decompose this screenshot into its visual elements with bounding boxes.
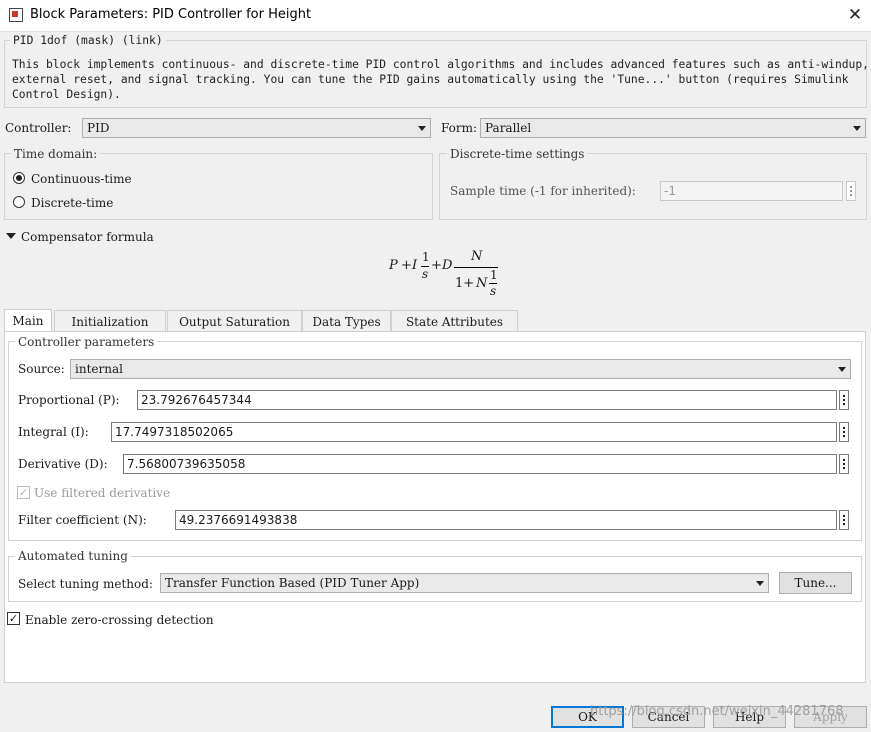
sample-time-value: -1 bbox=[664, 184, 676, 198]
use-filtered-derivative-label: Use filtered derivative bbox=[34, 486, 171, 500]
app-icon bbox=[9, 8, 23, 22]
filter-coefficient-more-icon[interactable] bbox=[839, 510, 849, 530]
formula-i-den: s bbox=[422, 267, 429, 281]
formula-d-den-s: s bbox=[490, 284, 497, 298]
formula-d: D bbox=[442, 258, 453, 273]
tab-output-saturation[interactable]: Output Saturation bbox=[167, 310, 302, 332]
sample-time-more-icon[interactable] bbox=[846, 181, 856, 201]
tab-initialization[interactable]: Initialization bbox=[54, 310, 166, 332]
tuning-method-value: Transfer Function Based (PID Tuner App) bbox=[165, 576, 420, 590]
tune-button[interactable]: Tune... bbox=[779, 572, 852, 594]
formula-d-num: N bbox=[471, 249, 483, 264]
integral-input[interactable]: 17.7497318502065 bbox=[111, 422, 837, 442]
chevron-down-icon bbox=[756, 581, 764, 586]
derivative-input[interactable]: 7.56800739635058 bbox=[123, 454, 837, 474]
integral-label: Integral (I): bbox=[18, 425, 89, 439]
controller-parameters-legend: Controller parameters bbox=[15, 335, 158, 349]
formula-p: P bbox=[389, 258, 398, 273]
filter-coefficient-label: Filter coefficient (N): bbox=[18, 513, 147, 527]
controller-label: Controller: bbox=[5, 121, 72, 135]
discrete-time-radio[interactable] bbox=[13, 196, 25, 208]
form-dropdown[interactable]: Parallel bbox=[480, 118, 866, 138]
tab-main[interactable]: Main bbox=[4, 309, 52, 333]
form-label: Form: bbox=[441, 121, 478, 135]
automated-tuning-legend: Automated tuning bbox=[15, 549, 131, 563]
continuous-time-label[interactable]: Continuous-time bbox=[31, 172, 132, 186]
filter-coefficient-value: 49.2376691493838 bbox=[179, 513, 298, 527]
form-value: Parallel bbox=[485, 121, 532, 135]
integral-more-icon[interactable] bbox=[839, 422, 849, 442]
source-dropdown[interactable]: internal bbox=[70, 359, 851, 379]
formula-i-num: 1 bbox=[422, 250, 430, 264]
app-icon-block bbox=[12, 11, 18, 17]
integral-value: 17.7497318502065 bbox=[115, 425, 234, 439]
tuning-method-dropdown[interactable]: Transfer Function Based (PID Tuner App) bbox=[160, 573, 769, 593]
formula-d-den-a: 1+ bbox=[455, 276, 475, 291]
mask-header: PID 1dof (mask) (link) bbox=[10, 33, 166, 48]
continuous-time-radio[interactable] bbox=[13, 172, 25, 184]
derivative-value: 7.56800739635058 bbox=[127, 457, 246, 471]
window-title: Block Parameters: PID Controller for Hei… bbox=[30, 7, 312, 22]
proportional-more-icon[interactable] bbox=[839, 390, 849, 410]
mask-description-line-1: This block implements continuous- and di… bbox=[12, 58, 869, 71]
zero-crossing-label: Enable zero-crossing detection bbox=[25, 613, 214, 627]
time-domain-legend: Time domain: bbox=[11, 147, 101, 161]
title-bar: Block Parameters: PID Controller for Hei… bbox=[0, 0, 871, 32]
controller-value: PID bbox=[87, 121, 110, 135]
watermark-text: https://blog.csdn.net/weixin_44281768 bbox=[590, 704, 844, 719]
formula-d-den-n: N bbox=[476, 276, 488, 291]
sample-time-label: Sample time (-1 for inherited): bbox=[450, 184, 636, 198]
discrete-settings-legend: Discrete-time settings bbox=[447, 147, 588, 161]
zero-crossing-checkbox[interactable]: ✓ bbox=[7, 612, 20, 625]
tab-data-types[interactable]: Data Types bbox=[302, 310, 391, 332]
filter-coefficient-input[interactable]: 49.2376691493838 bbox=[175, 510, 837, 530]
tuning-method-label: Select tuning method: bbox=[18, 577, 153, 591]
proportional-input[interactable]: 23.792676457344 bbox=[137, 390, 837, 410]
sample-time-input[interactable]: -1 bbox=[660, 181, 843, 201]
source-label: Source: bbox=[18, 362, 65, 376]
close-icon[interactable]: ✕ bbox=[844, 4, 866, 26]
derivative-label: Derivative (D): bbox=[18, 457, 108, 471]
derivative-more-icon[interactable] bbox=[839, 454, 849, 474]
tab-state-attributes[interactable]: State Attributes bbox=[391, 310, 518, 332]
use-filtered-derivative-checkbox[interactable]: ✓ bbox=[17, 486, 30, 499]
compensator-formula: P + I 1 s + D N 1+ N 1 s bbox=[388, 248, 508, 302]
formula-plus-1: + bbox=[401, 258, 412, 273]
controller-dropdown[interactable]: PID bbox=[82, 118, 431, 138]
proportional-value: 23.792676457344 bbox=[141, 393, 252, 407]
chevron-down-icon bbox=[853, 126, 861, 131]
mask-description-line-2: external reset, and signal tracking. You… bbox=[12, 73, 849, 86]
source-value: internal bbox=[75, 362, 123, 376]
proportional-label: Proportional (P): bbox=[18, 393, 120, 407]
chevron-down-icon bbox=[418, 126, 426, 131]
formula-plus-2: + bbox=[431, 258, 442, 273]
formula-i: I bbox=[412, 258, 418, 273]
chevron-down-icon bbox=[838, 367, 846, 372]
compensator-formula-toggle[interactable]: Compensator formula bbox=[21, 230, 154, 244]
compensator-collapse-icon[interactable] bbox=[6, 233, 16, 239]
discrete-time-label[interactable]: Discrete-time bbox=[31, 196, 113, 210]
mask-description-line-3: Control Design). bbox=[12, 88, 121, 101]
formula-d-den-num: 1 bbox=[490, 268, 498, 282]
